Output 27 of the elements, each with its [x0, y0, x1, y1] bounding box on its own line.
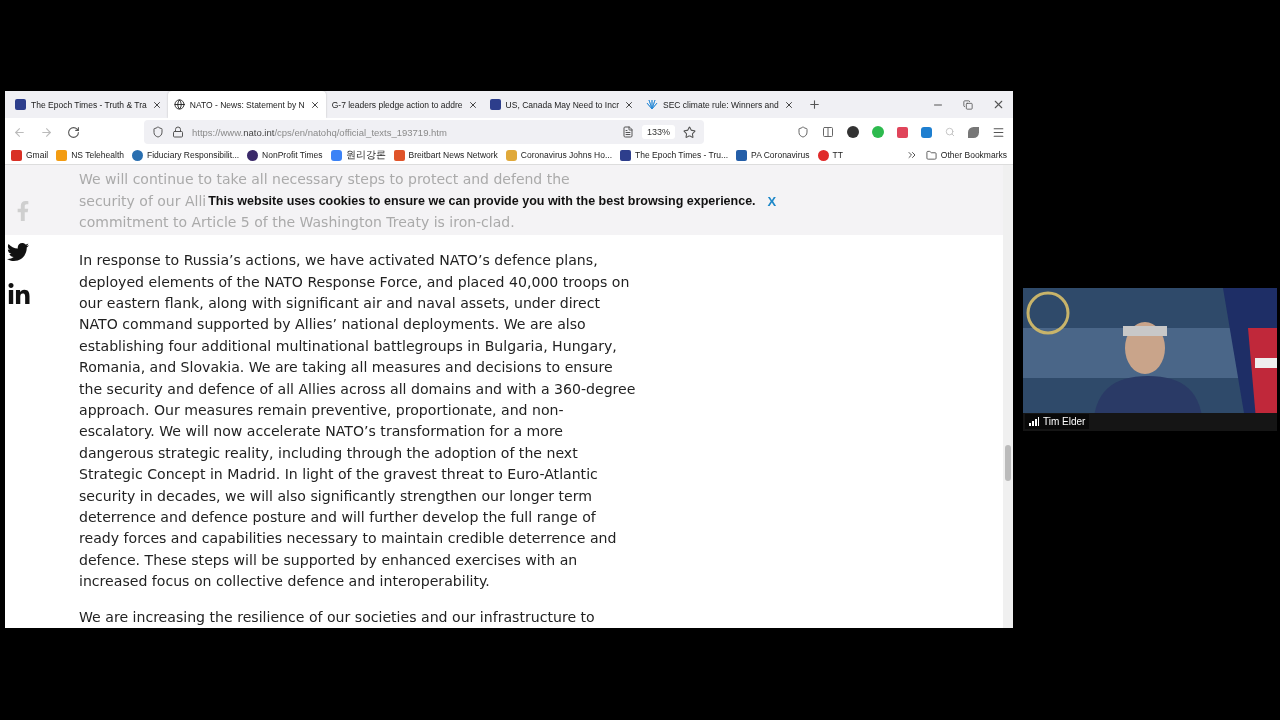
cookie-message: This website uses cookies to ensure we can provide you with the best browsing experience.: [208, 194, 756, 209]
bookmark-link[interactable]: NS Telehealth: [56, 149, 124, 161]
address-bar[interactable]: https://www.nato.int/cps/en/natohq/official_texts_193719.htm 133%: [144, 120, 704, 145]
bookmark-link[interactable]: NonProfit Times: [247, 149, 323, 161]
browser-tab[interactable]: US, Canada May Need to Incr: [483, 91, 640, 119]
article-paragraph: In response to Russia’s actions, we have activated NATO’s defence plans, deployed elements of the NATO Response Force, and placed 40,000 troops on our eastern flank, along with significant air and naval assets, under direct NATO command supported by Allies’ national deployments. We are also establishing four additional multinational battlegroups in Bulgaria, Hungary, Romania, and Slovakia. We are taking all measures and decisions to ensure the security and defence of all Allies across all domains and with a 360-degree approach. Our measures remain preventive, proportionate, and non-escalatory. We will now accelerate NATO’s transformation for a more dangerous strategic reality, including through the adoption of the next Strategic Concept in Madrid. In light of the gravest threat to Euro-Atlantic security in decades, we will also significantly strengthen our longer term deterrence and defence posture and will further develop the full range of ready forces and capabilities necessary to maintain credible deterrence and defence. These steps will be supported by enhanced exercises with an increased focus on collective defence and interoperability.: [79, 251, 637, 592]
other-bookmarks-link[interactable]: Other Bookmarks: [925, 149, 1007, 161]
bookmark-link[interactable]: PA Coronavirus: [736, 149, 810, 161]
bookmark-link[interactable]: TT: [817, 149, 843, 161]
bookmark-link[interactable]: Breitbart News Network: [393, 149, 498, 161]
zoom-level[interactable]: 133%: [641, 125, 675, 140]
bookmark-link[interactable]: The Epoch Times - Tru...: [620, 149, 729, 161]
faded-text: We will continue to take all necessary steps to protect and defend the: [79, 170, 571, 190]
browser-tab[interactable]: SEC climate rule: Winners and: [640, 91, 800, 119]
bookmark-link[interactable]: Fiduciary Responsibilit...: [132, 149, 240, 161]
browser-tab[interactable]: NATO - News: Statement by N: [167, 91, 326, 119]
faded-text: commitment to Article 5 of the Washington Treaty is iron-clad.: [79, 213, 516, 233]
article-paragraph: We are increasing the resilience of our societies and our infrastructure to: [79, 607, 596, 627]
browser-tab[interactable]: G-7 leaders pledge action to addre: [325, 91, 484, 119]
cookie-close-button[interactable]: X: [767, 193, 777, 209]
faded-text: security of our Alli: [79, 191, 207, 211]
bookmark-link[interactable]: Coronavirus Johns Ho...: [505, 149, 613, 161]
browser-tab[interactable]: The Epoch Times - Truth & Tra: [9, 91, 168, 119]
url-text: https://www.nato.int/cps/en/natohq/official_texts_193719.htm: [192, 126, 448, 138]
bookmark-link[interactable]: Gmail: [11, 149, 49, 161]
participant-name: Tim Elder: [1025, 414, 1090, 429]
bookmark-link[interactable]: 원리강론: [330, 148, 386, 163]
